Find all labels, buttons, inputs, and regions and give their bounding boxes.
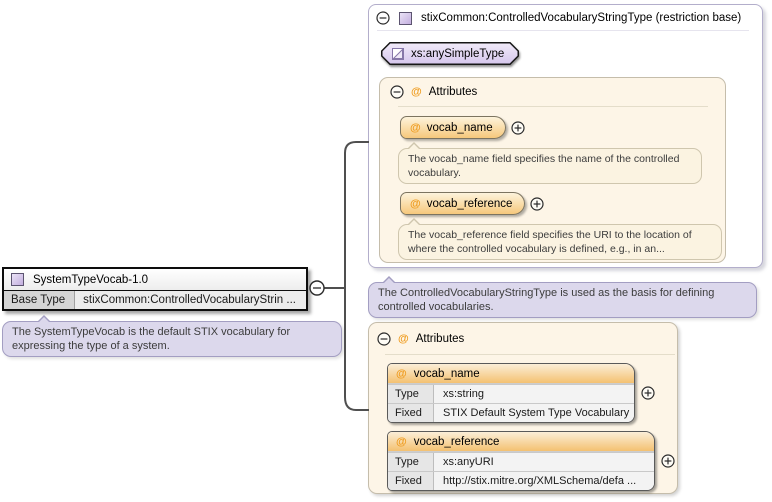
table-row: Type xs:anyURI xyxy=(388,452,654,471)
attributes-section-top: @ Attributes @ vocab_name The vocab_name… xyxy=(379,77,726,263)
base-type-label: Base Type xyxy=(4,291,76,309)
row-value: STIX Default System Type Vocabulary xyxy=(434,404,634,422)
row-label: Type xyxy=(388,385,434,403)
attribute-at-icon: @ xyxy=(410,121,421,134)
tooltip-pointer xyxy=(407,142,421,149)
expand-icon[interactable] xyxy=(641,386,655,400)
vocab-reference-table: @ vocab_reference Type xs:anyURI Fixed h… xyxy=(387,431,655,491)
attributes-title: Attributes xyxy=(428,86,478,98)
vocab-name-annotation: The vocab_name field specifies the name … xyxy=(398,142,702,184)
tooltip-pointer xyxy=(37,315,51,322)
collapse-icon[interactable] xyxy=(390,85,404,99)
row-value: xs:string xyxy=(434,385,634,403)
separator xyxy=(398,106,708,107)
vocab-reference-label: vocab_reference xyxy=(426,197,513,210)
base-type-panel-header: stixCommon:ControlledVocabularyStringTyp… xyxy=(369,5,762,25)
collapse-icon[interactable] xyxy=(376,11,390,25)
vocab-reference-annotation: The vocab_reference field specifies the … xyxy=(398,218,722,260)
separator xyxy=(385,354,675,355)
attributes-title: Attributes xyxy=(415,333,465,345)
vocab-reference-table-row: @ vocab_reference Type xs:anyURI Fixed h… xyxy=(387,431,675,491)
table-title: vocab_reference xyxy=(413,435,500,448)
table-row: Fixed STIX Default System Type Vocabular… xyxy=(388,403,634,422)
base-type-panel-title: stixCommon:ControlledVocabularyStringTyp… xyxy=(421,12,742,24)
complex-type-icon xyxy=(11,273,24,286)
attributes-header: @ Attributes xyxy=(369,323,677,346)
base-type-row: Base Type stixCommon:ControlledVocabular… xyxy=(4,291,306,309)
table-header: @ vocab_reference xyxy=(388,432,654,452)
attributes-panel-bottom: @ Attributes @ vocab_name Type xs:string… xyxy=(368,322,678,494)
element-header[interactable]: SystemTypeVocab-1.0 xyxy=(4,269,306,291)
vocab-reference-tag[interactable]: @ vocab_reference xyxy=(400,192,526,215)
expand-icon[interactable] xyxy=(530,196,545,211)
expand-icon[interactable] xyxy=(661,454,675,468)
row-value: xs:anyURI xyxy=(434,453,654,471)
table-row: Fixed http://stix.mitre.org/XMLSchema/de… xyxy=(388,471,654,490)
vocab-name-annotation-text: The vocab_name field specifies the name … xyxy=(408,153,680,179)
base-type-panel: stixCommon:ControlledVocabularyStringTyp… xyxy=(368,4,763,268)
vocab-name-table: @ vocab_name Type xs:string Fixed STIX D… xyxy=(387,363,635,423)
table-row: Type xs:string xyxy=(388,384,634,403)
schema-diagram: SystemTypeVocab-1.0 Base Type stixCommon… xyxy=(0,0,772,502)
attribute-at-icon: @ xyxy=(396,367,407,380)
header-separator xyxy=(377,30,749,31)
base-type-value: stixCommon:ControlledVocabularyStrin ... xyxy=(75,291,306,309)
vocab-name-tag[interactable]: @ vocab_name xyxy=(400,116,506,139)
row-label: Fixed xyxy=(388,404,434,422)
vocab-reference-annotation-text: The vocab_reference field specifies the … xyxy=(408,229,692,255)
tooltip-pointer xyxy=(382,276,396,283)
attribute-vocab-name: @ vocab_name xyxy=(400,116,525,139)
element-box-systemtypevocab[interactable]: SystemTypeVocab-1.0 Base Type stixCommon… xyxy=(2,267,308,311)
vocab-name-table-row: @ vocab_name Type xs:string Fixed STIX D… xyxy=(387,363,655,423)
any-simple-type-badge[interactable]: xs:anySimpleType xyxy=(381,42,519,65)
attribute-at-icon: @ xyxy=(410,197,421,210)
element-title: SystemTypeVocab-1.0 xyxy=(33,273,149,286)
attribute-vocab-reference: @ vocab_reference xyxy=(400,192,545,215)
attribute-at-icon: @ xyxy=(398,333,409,345)
badge-label: xs:anySimpleType xyxy=(411,47,505,60)
vocab-name-label: vocab_name xyxy=(426,121,493,134)
simple-type-icon xyxy=(392,47,404,60)
collapse-icon[interactable] xyxy=(377,332,391,346)
element-annotation-text: The SystemTypeVocab is the default STIX … xyxy=(12,326,291,352)
row-label: Fixed xyxy=(388,472,434,490)
row-label: Type xyxy=(388,453,434,471)
table-header: @ vocab_name xyxy=(388,364,634,384)
collapse-connector-toggle xyxy=(309,280,325,296)
complex-type-icon xyxy=(399,11,412,25)
attributes-header: @ Attributes xyxy=(380,78,725,99)
attribute-at-icon: @ xyxy=(396,435,407,448)
attribute-at-icon: @ xyxy=(411,86,422,98)
table-title: vocab_name xyxy=(413,367,480,380)
row-value: http://stix.mitre.org/XMLSchema/defa ... xyxy=(434,472,654,490)
base-type-annotation-text: The ControlledVocabularyStringType is us… xyxy=(378,287,715,313)
element-annotation: The SystemTypeVocab is the default STIX … xyxy=(2,315,342,357)
tooltip-pointer xyxy=(407,218,421,225)
base-type-annotation: The ControlledVocabularyStringType is us… xyxy=(368,276,757,318)
expand-icon[interactable] xyxy=(510,120,525,135)
